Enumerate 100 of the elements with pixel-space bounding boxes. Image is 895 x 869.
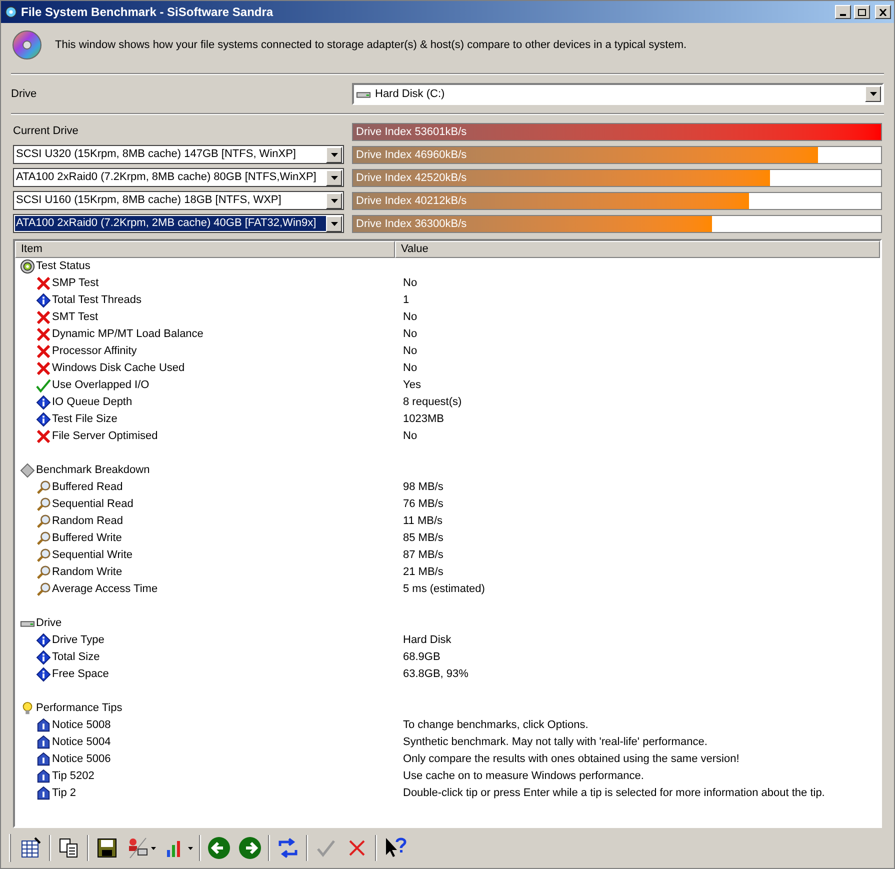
cd-icon xyxy=(11,29,43,61)
item-value: 21 MB/s xyxy=(402,565,444,580)
close-button[interactable] xyxy=(875,5,891,19)
item-name: Windows Disk Cache Used xyxy=(52,361,185,376)
info-icon xyxy=(36,633,51,648)
item-value: 1 xyxy=(402,293,410,308)
minimize-button[interactable] xyxy=(835,5,851,19)
cross-icon xyxy=(36,276,51,291)
maximize-button[interactable] xyxy=(854,5,870,19)
notice-icon xyxy=(36,786,51,801)
app-icon xyxy=(4,5,18,19)
bar-label: Drive Index 53601kB/s xyxy=(355,126,467,138)
drive-label: Drive xyxy=(11,86,38,102)
device-dropdown[interactable]: ATA100 2xRaid0 (7.2Krpm, 8MB cache) 80GB [NTFS,WinXP] xyxy=(13,168,344,187)
item-name: Free Space xyxy=(52,667,109,682)
item-value: No xyxy=(402,276,418,292)
item-name: Tip 2 xyxy=(52,786,76,802)
magnifier-icon xyxy=(36,565,51,580)
item-name: Total Size xyxy=(52,650,100,666)
magnifier-icon xyxy=(36,497,51,512)
item-name: Sequential Write xyxy=(52,548,133,564)
item-name: Tip 5202 xyxy=(52,769,94,784)
notice-icon xyxy=(36,718,51,733)
notice-icon xyxy=(36,735,51,750)
item-name: File Server Optimised xyxy=(52,429,158,444)
info-icon xyxy=(36,293,51,308)
item-value: Yes xyxy=(402,378,421,394)
item-value: To change benchmarks, click Options. xyxy=(402,718,588,734)
group-title: Test Status xyxy=(36,259,90,274)
cross-icon xyxy=(36,310,51,325)
item-value: Only compare the results with ones obtained using the same version! xyxy=(402,752,740,768)
group-title: Drive xyxy=(36,616,62,632)
item-value: 68.9GB xyxy=(402,650,440,666)
cross-icon xyxy=(36,361,51,376)
notice-icon xyxy=(36,769,51,784)
magnifier-icon xyxy=(36,514,51,529)
item-name: Drive Type xyxy=(52,633,104,648)
bar-label: Drive Index 42520kB/s xyxy=(355,172,467,184)
item-name: Average Access Time xyxy=(52,582,158,598)
item-value: Hard Disk xyxy=(402,633,452,648)
disc-icon xyxy=(20,259,35,274)
notice-icon xyxy=(36,752,51,767)
magnifier-icon xyxy=(36,548,51,563)
bar-label: Drive Index 36300kB/s xyxy=(355,218,467,230)
close-icon xyxy=(879,8,887,16)
item-name: Processor Affinity xyxy=(52,344,137,360)
item-name: Notice 5008 xyxy=(52,718,111,734)
column-header[interactable]: Item xyxy=(15,241,395,258)
magnifier-icon xyxy=(36,582,51,597)
item-value: No xyxy=(402,429,418,444)
diamond-icon xyxy=(20,463,35,478)
item-value: 87 MB/s xyxy=(402,548,444,564)
item-name: SMT Test xyxy=(52,310,98,326)
device-dropdown[interactable]: ATA100 2xRaid0 (7.2Krpm, 2MB cache) 40GB [FAT32,Win9x] xyxy=(13,214,344,233)
drive-dropdown[interactable]: Hard Disk (C:) xyxy=(352,83,884,105)
item-name: Notice 5006 xyxy=(52,752,111,768)
item-value: 76 MB/s xyxy=(402,497,444,512)
item-name: Notice 5004 xyxy=(52,735,111,750)
item-value: 85 MB/s xyxy=(402,531,444,546)
info-icon xyxy=(36,412,51,427)
lightbulb-icon xyxy=(20,701,35,716)
info-icon xyxy=(36,667,51,682)
item-value: 5 ms (estimated) xyxy=(402,582,485,598)
device-dropdown[interactable]: SCSI U320 (15Krpm, 8MB cache) 147GB [NTFS, WinXP] xyxy=(13,145,344,164)
device-dropdown[interactable]: SCSI U160 (15Krpm, 8MB cache) 18GB [NTFS, WXP] xyxy=(13,191,344,210)
cross-icon xyxy=(36,429,51,444)
maximize-icon xyxy=(858,8,866,16)
item-value: 98 MB/s xyxy=(402,480,444,496)
item-name: Random Read xyxy=(52,514,123,530)
window-title: File System Benchmark - SiSoftware Sandra xyxy=(21,4,274,21)
item-name: Total Test Threads xyxy=(52,293,142,308)
item-value: Synthetic benchmark. May not tally with 'real-life' performance. xyxy=(402,735,708,750)
item-name: SMP Test xyxy=(52,276,99,292)
info-icon xyxy=(36,650,51,665)
item-name: Dynamic MP/MT Load Balance xyxy=(52,327,204,342)
item-value: Use cache on to measure Windows performance. xyxy=(402,769,644,784)
item-name: Buffered Write xyxy=(52,531,122,546)
item-value: No xyxy=(402,327,418,342)
item-value: 8 request(s) xyxy=(402,395,462,410)
current-drive-label: Current Drive xyxy=(13,124,80,140)
group-title: Benchmark Breakdown xyxy=(36,463,150,478)
item-value: No xyxy=(402,361,418,376)
item-name: Sequential Read xyxy=(52,497,134,512)
column-header[interactable]: Value xyxy=(395,241,880,258)
group-title: Performance Tips xyxy=(36,701,122,716)
cross-icon xyxy=(36,327,51,342)
bar-label: Drive Index 46960kB/s xyxy=(355,148,467,160)
item-name: Test File Size xyxy=(52,412,118,428)
item-value: 11 MB/s xyxy=(402,514,443,530)
item-name: Use Overlapped I/O xyxy=(52,378,150,394)
item-name: IO Queue Depth xyxy=(52,395,132,410)
item-value: 1023MB xyxy=(402,412,444,428)
item-value: No xyxy=(402,344,418,360)
check-icon xyxy=(36,378,51,393)
item-name: Buffered Read xyxy=(52,480,123,496)
item-value: No xyxy=(402,310,418,326)
bar-label: Drive Index 40212kB/s xyxy=(355,194,467,206)
item-value: 63.8GB, 93% xyxy=(402,667,468,682)
item-value: Double-click tip or press Enter while a tip is selected for more information about the tip. xyxy=(402,786,825,802)
item-name: Random Write xyxy=(52,565,122,580)
